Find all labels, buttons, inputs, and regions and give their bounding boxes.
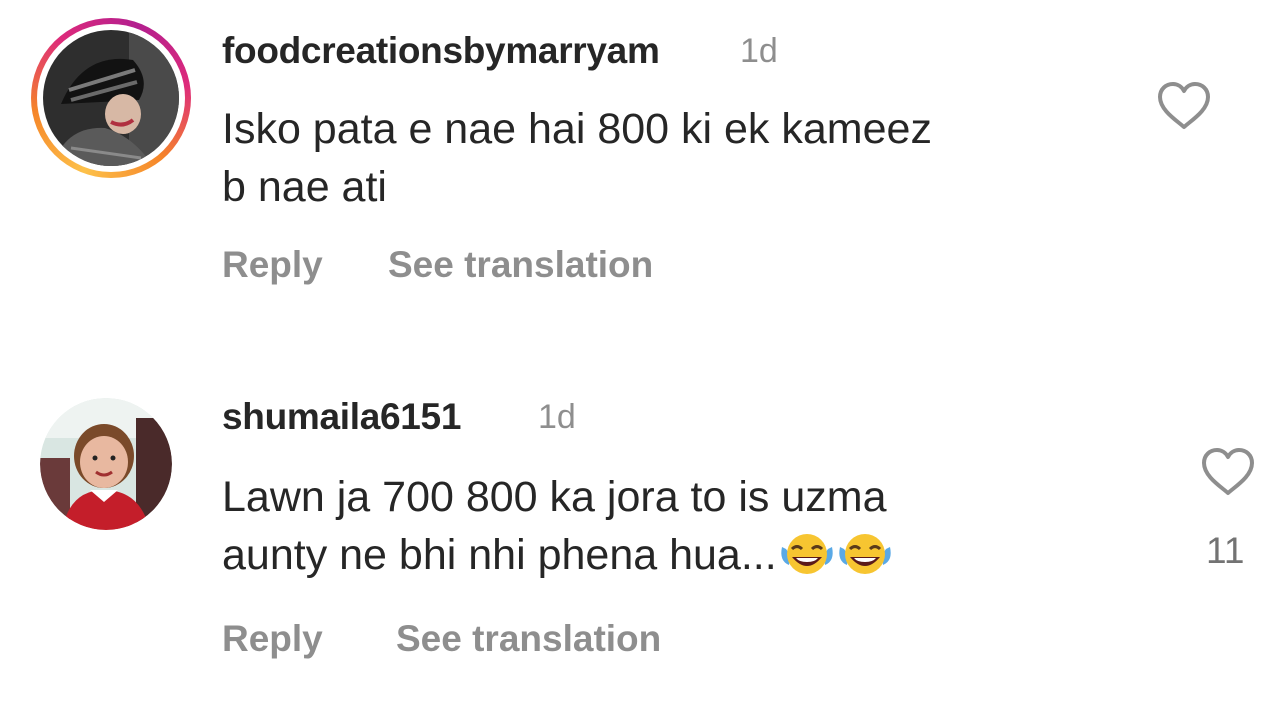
comment-2-like-button[interactable] [1200,446,1256,498]
comment-1-text: Isko pata e nae hai 800 ki ek kameez b n… [222,105,932,211]
comment-2-text: Lawn ja 700 800 ka jora to is uzma aunty… [222,468,893,584]
heart-icon [1202,448,1254,495]
comment-1: foodcreationsbymarryam 1d Isko pata e na… [0,0,1280,330]
comment-1-time: 1d [740,32,778,70]
comment-2-reply-button[interactable]: Reply [222,618,323,660]
avatar-2[interactable] [40,398,172,530]
avatar-2-photo [40,398,172,530]
comment-2-username[interactable]: shumaila6151 [222,396,461,438]
comment-1-reply-button[interactable]: Reply [222,244,323,286]
comment-2: shumaila6151 1d Lawn ja 700 800 ka jora … [0,380,1280,710]
face-with-tears-of-joy-icon [838,534,891,574]
comment-2-time: 1d [538,398,576,436]
comment-1-like-button[interactable] [1156,80,1212,132]
comment-2-see-translation-button[interactable]: See translation [396,618,661,660]
face-with-tears-of-joy-icon [780,534,833,574]
avatar-1[interactable] [31,18,191,178]
comment-1-username[interactable]: foodcreationsbymarryam [222,30,660,72]
avatar-1-photo [43,30,179,166]
comment-1-see-translation-button[interactable]: See translation [388,244,653,286]
heart-icon [1158,82,1210,129]
comment-2-like-count: 11 [1206,530,1245,571]
